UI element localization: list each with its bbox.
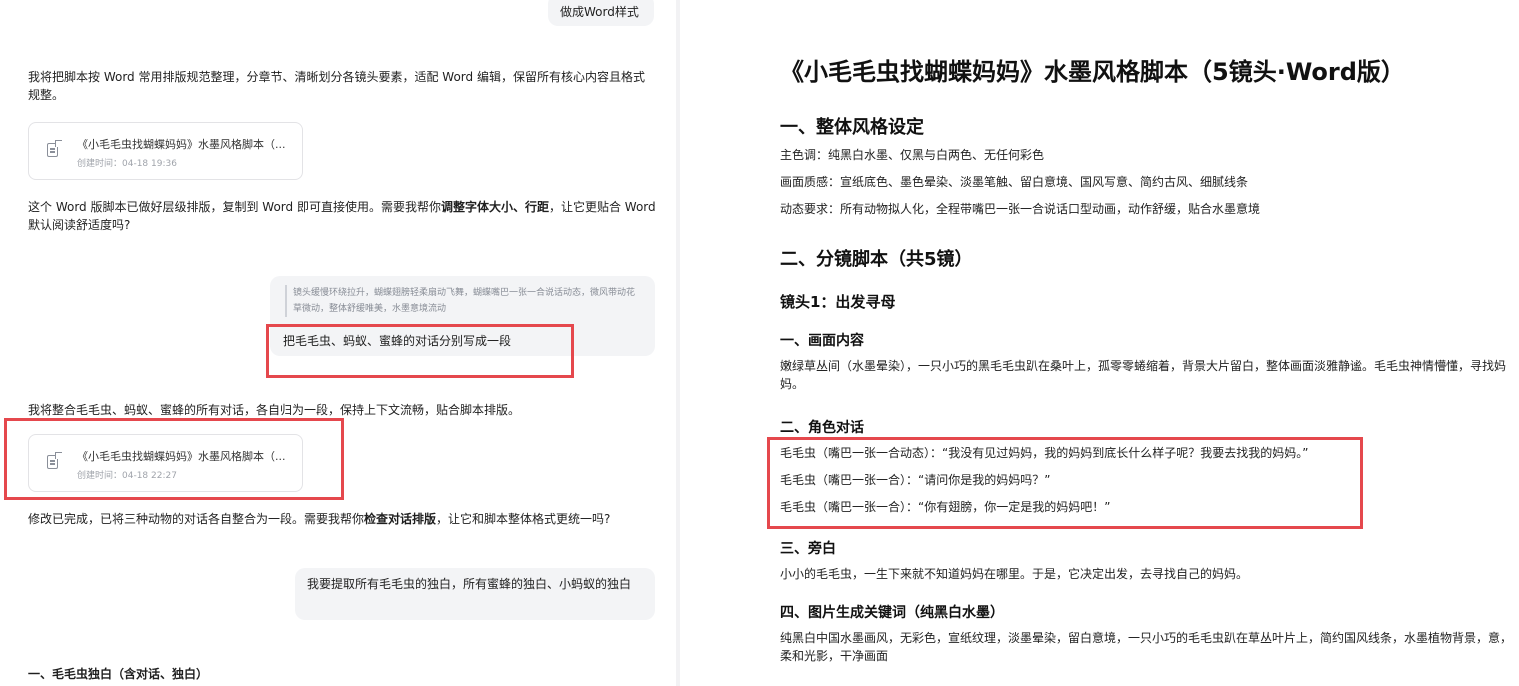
style-line: 画面质感：宣纸底色、墨色晕染、淡墨笔触、留白意境、国风写意、简约古风、细腻线条: [780, 175, 1249, 189]
assistant-message: 修改已完成，已将三种动物的对话各自整合为一段。需要我帮你检查对话排版，让它和脚本…: [28, 510, 668, 528]
highlight-box: [266, 324, 574, 378]
message-bold-text: 检查对话排版: [364, 512, 437, 526]
chat-panel: 做成Word样式 我将把脚本按 Word 常用排版规范整理，分章节、清晰划分各镜…: [0, 0, 676, 686]
document-icon: [47, 140, 62, 157]
assistant-message: 我将整合毛毛虫、蚂蚁、蜜蜂的所有对话，各自归为一段，保持上下文流畅，贴合脚本排版…: [28, 403, 521, 417]
subsection-heading: 一、画面内容: [780, 333, 864, 349]
user-message-bubble: 做成Word样式: [548, 0, 654, 26]
style-line: 动态要求：所有动物拟人化，全程带嘴巴一张一合说话口型动画，动作舒缓，贴合水墨意境: [780, 202, 1261, 216]
document-preview: 《小毛毛虫找蝴蝶妈妈》水墨风格脚本（5镜头·Word版） 一、整体风格设定 主色…: [680, 0, 1519, 686]
message-text: 这个 Word 版脚本已做好层级排版，复制到 Word 即可直接使用。需要我帮你: [28, 200, 441, 214]
subsection-heading: 二、角色对话: [780, 420, 864, 436]
assistant-message: 这个 Word 版脚本已做好层级排版，复制到 Word 即可直接使用。需要我帮你…: [28, 198, 658, 234]
subsection-heading: 四、图片生成关键词（纯黑白水墨）: [780, 605, 1004, 621]
section-heading: 二、分镜脚本（共5镜）: [780, 249, 973, 270]
user-message-text: 我要提取所有毛毛虫的独白，所有蜜蜂的独白、小蚂蚁的独白: [307, 577, 632, 591]
message-bold-text: 调整字体大小、行距: [440, 200, 549, 214]
section-heading: 一、整体风格设定: [780, 117, 924, 138]
message-text: 修改已完成，已将三种动物的对话各自整合为一段。需要我帮你: [28, 512, 365, 526]
highlight-box: [767, 437, 1363, 529]
user-message-bubble: 我要提取所有毛毛虫的独白，所有蜜蜂的独白、小蚂蚁的独白: [295, 568, 655, 620]
document-card[interactable]: 《小毛毛虫找蝴蝶妈妈》水墨风格脚本（... 创建时间：04-18 19:36: [28, 122, 303, 180]
keywords-paragraph: 纯黑白中国水墨画风，无彩色，宣纸纹理，淡墨晕染，留白意境，一只小巧的毛毛虫趴在草…: [780, 631, 1513, 663]
subsection-heading: 三、旁白: [780, 541, 836, 557]
message-text: ，让它和脚本整体格式更统一吗?: [436, 512, 611, 526]
assistant-message-heading: 一、毛毛虫独白（含对话、独白）: [28, 667, 209, 681]
quoted-text: 镜头缓慢环绕拉升，蝴蝶翅膀轻柔扇动飞舞，蝴蝶嘴巴一张一合说话动态，微风带动花草微…: [285, 285, 635, 317]
document-card-title: 《小毛毛虫找蝴蝶妈妈》水墨风格脚本（...: [77, 138, 286, 151]
content-paragraph: 嫩绿草丛间（水墨晕染），一只小巧的黑毛毛虫趴在桑叶上，孤零零蜷缩着，背景大片留白…: [780, 359, 1507, 391]
assistant-message: 我将把脚本按 Word 常用排版规范整理，分章节、清晰划分各镜头要素，适配 Wo…: [28, 70, 645, 102]
narration-paragraph: 小小的毛毛虫，一生下来就不知道妈妈在哪里。于是，它决定出发，去寻找自己的妈妈。: [780, 567, 1249, 581]
shot-heading: 镜头1：出发寻母: [780, 293, 896, 311]
document-card-time: 创建时间：04-18 19:36: [77, 159, 177, 169]
style-line: 主色调：纯黑白水墨、仅黑与白两色、无任何彩色: [780, 148, 1045, 162]
highlight-box: [4, 418, 344, 500]
user-message-text: 做成Word样式: [560, 5, 639, 19]
document-title: 《小毛毛虫找蝴蝶妈妈》水墨风格脚本（5镜头·Word版）: [780, 58, 1405, 86]
